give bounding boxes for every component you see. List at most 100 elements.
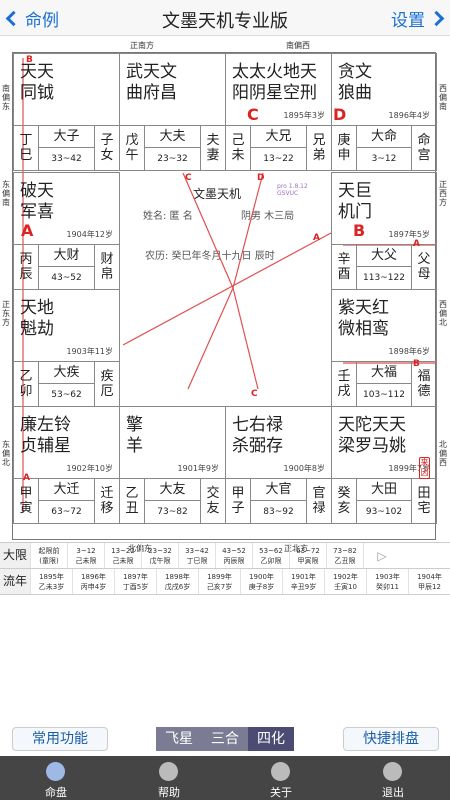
palace-mid: 大福 103~112 bbox=[357, 362, 412, 407]
direction-label: 南偏东 bbox=[2, 84, 10, 111]
sihua-marker: B bbox=[353, 221, 366, 240]
liunian-cell[interactable]: 1898年 戊戌6岁 bbox=[156, 569, 198, 594]
palace[interactable]: 天地 魁劫 1903年11岁乙 卯大疾 53~62 疾 厄 bbox=[13, 289, 120, 407]
palace-daxian-name: 大福 bbox=[357, 362, 411, 384]
palace-range: 3~12 bbox=[371, 154, 397, 164]
common-functions-button[interactable]: 常用功能 bbox=[12, 727, 108, 751]
palace-ganzhi: 戊 午 bbox=[120, 126, 145, 171]
daxian-cell[interactable]: 起限前 (童限) bbox=[30, 543, 67, 568]
palace[interactable]: 天巨 机门 1897年5岁辛 酉大父 113~122 父 母 bbox=[331, 172, 437, 290]
palace-ganzhi: 丁 巳 bbox=[14, 126, 39, 171]
top-bar: 命例 文墨天机专业版 设置 bbox=[0, 0, 450, 36]
palace-ganzhi: 丙 辰 bbox=[14, 245, 39, 290]
liunian-cell[interactable]: 1903年 癸卯11 bbox=[366, 569, 408, 594]
tab-exit[interactable]: 退出 bbox=[348, 756, 438, 800]
palace-footer: 丁 巳大子 33~42 子 女 bbox=[14, 125, 119, 171]
settings-button[interactable]: 设置 bbox=[391, 6, 445, 31]
palace-footer: 己 未大兄 13~22 兄 弟 bbox=[226, 125, 331, 171]
palace-ganzhi: 辛 酉 bbox=[332, 245, 357, 290]
daxian-cell[interactable]: 3~12 己未限 bbox=[67, 543, 104, 568]
tab-label: 关于 bbox=[270, 786, 292, 799]
palace-range: 113~122 bbox=[363, 273, 405, 283]
sihua-marker: A bbox=[23, 473, 30, 483]
tab-chart[interactable]: 命盘 bbox=[11, 756, 101, 800]
palace-range: 83~92 bbox=[263, 507, 294, 517]
next-arrow-icon[interactable]: ▷ bbox=[363, 543, 400, 568]
palace-age: 1903年11岁 bbox=[66, 347, 113, 356]
palace[interactable]: 天天 同钺丁 巳大子 33~42 子 女 bbox=[13, 53, 120, 171]
exit-icon bbox=[383, 762, 402, 781]
palace-mid: 大财 43~52 bbox=[39, 245, 95, 290]
palace-stars: 天陀天天 梁罗马姚 bbox=[338, 415, 406, 456]
tab-about[interactable]: 关于 bbox=[236, 756, 326, 800]
palace[interactable]: 贪文 狼曲 1896年4岁庚 申大命 3~12 命 宫 bbox=[331, 53, 437, 171]
sihua-marker: A bbox=[21, 221, 34, 240]
daxian-cell[interactable]: 63~72 甲寅限 bbox=[289, 543, 326, 568]
sihua-marker: C bbox=[247, 105, 259, 124]
liunian-cell[interactable]: 1896年 丙申4岁 bbox=[72, 569, 114, 594]
liunian-cell[interactable]: 1895年 乙未3岁 bbox=[30, 569, 72, 594]
segment-sihua[interactable]: 四化 bbox=[248, 727, 294, 751]
palace-ganzhi: 庚 申 bbox=[332, 126, 357, 171]
palace-footer: 庚 申大命 3~12 命 宫 bbox=[332, 125, 436, 171]
palace-mid: 大夫 23~32 bbox=[145, 126, 201, 171]
palace[interactable]: 廉左铃 贞辅星 1902年10岁甲 寅大迁 63~72 迁 移 bbox=[13, 406, 120, 524]
palace-stars: 天地 魁劫 bbox=[20, 298, 54, 339]
palace-footer: 乙 卯大疾 53~62 疾 厄 bbox=[14, 361, 119, 407]
center-info: 文墨天机 pro 1.8.12 GSVUC 姓名: 匿 名 阴男 木三局 农历:… bbox=[131, 171, 329, 405]
tab-help[interactable]: 帮助 bbox=[124, 756, 214, 800]
daxian-cell[interactable]: 23~32 戊午限 bbox=[141, 543, 178, 568]
liunian-cell[interactable]: 1900年 庚子8岁 bbox=[240, 569, 282, 594]
palace-mid: 大友 73~82 bbox=[145, 479, 201, 524]
daxian-cell[interactable]: 73~82 乙丑限 bbox=[326, 543, 363, 568]
palace-stars: 太太火地天 阳阴星空刑 bbox=[232, 62, 317, 103]
palace-mid: 大子 33~42 bbox=[39, 126, 95, 171]
palace-stars: 紫天红 微相鸾 bbox=[338, 298, 389, 339]
palace-footer: 辛 酉大父 113~122 父 母 bbox=[332, 244, 436, 290]
segment-feixing[interactable]: 飞星 bbox=[156, 727, 202, 751]
liunian-cell[interactable]: 1904年 甲辰12 bbox=[408, 569, 450, 594]
liunian-cell[interactable]: 1901年 辛丑9岁 bbox=[282, 569, 324, 594]
palace-ganzhi: 壬 戌 bbox=[332, 362, 357, 407]
settings-label: 设置 bbox=[391, 11, 425, 31]
palace[interactable]: 太太火地天 阳阴星空刑 1895年3岁己 未大兄 13~22 兄 弟 bbox=[225, 53, 332, 171]
liunian-cell[interactable]: 1902年 壬寅10 bbox=[324, 569, 366, 594]
palace-daxian-name: 大迁 bbox=[39, 479, 94, 501]
page-title: 文墨天机专业版 bbox=[162, 11, 288, 32]
daxian-cell[interactable]: 13~22 己未限 bbox=[104, 543, 141, 568]
palace[interactable]: 武天文 曲府昌戊 午大夫 23~32 夫 妻 bbox=[119, 53, 226, 171]
palace-stars: 武天文 曲府昌 bbox=[126, 62, 177, 103]
tab-label: 帮助 bbox=[158, 786, 180, 799]
chevron-right-icon bbox=[428, 10, 445, 27]
daxian-cell[interactable]: 43~52 丙辰限 bbox=[215, 543, 252, 568]
direction-label: 东偏南 bbox=[2, 180, 10, 207]
palace-age: 1898年6岁 bbox=[388, 347, 430, 356]
palace[interactable]: 紫天红 微相鸾 1898年6岁壬 戌大福 103~112 福 德 bbox=[331, 289, 437, 407]
palace-daxian-name: 大命 bbox=[357, 126, 411, 148]
palace-ganzhi: 癸 亥 bbox=[332, 479, 357, 524]
palace-age: 1895年3岁 bbox=[283, 111, 325, 120]
stamp-icon: 来因 bbox=[419, 457, 430, 479]
palace-range: 63~72 bbox=[51, 507, 82, 517]
segment-sanhe[interactable]: 三合 bbox=[202, 727, 248, 751]
palace-range: 33~42 bbox=[51, 154, 82, 164]
sihua-marker: A bbox=[313, 233, 320, 243]
tab-bar: 命盘 帮助 关于 退出 bbox=[0, 756, 450, 800]
sihua-marker: D bbox=[333, 105, 347, 124]
palace[interactable]: 七右禄 杀弼存 1900年8岁甲 子大官 83~92 官 禄 bbox=[225, 406, 332, 524]
palace-name: 迁 移 bbox=[100, 486, 114, 516]
liunian-header: 流年 bbox=[0, 569, 30, 594]
direction-label: 南偏西 bbox=[286, 41, 310, 50]
palace[interactable]: 擎 羊 1901年9岁乙 丑大友 73~82 交 友 bbox=[119, 406, 226, 524]
daxian-cell[interactable]: 53~62 乙卯限 bbox=[252, 543, 289, 568]
sihua-marker: D bbox=[257, 173, 265, 183]
direction-label: 正西方 bbox=[439, 180, 447, 207]
quick-chart-button[interactable]: 快捷排盘 bbox=[343, 727, 439, 751]
liunian-cell[interactable]: 1899年 己亥7岁 bbox=[198, 569, 240, 594]
direction-label: 西偏南 bbox=[439, 84, 447, 111]
sihua-marker: B bbox=[413, 359, 420, 369]
person-name: 姓名: 匿 名 bbox=[143, 211, 193, 222]
palace-age: 1901年9岁 bbox=[177, 464, 219, 473]
daxian-cell[interactable]: 33~42 丁巳限 bbox=[178, 543, 215, 568]
liunian-cell[interactable]: 1897年 丁酉5岁 bbox=[114, 569, 156, 594]
